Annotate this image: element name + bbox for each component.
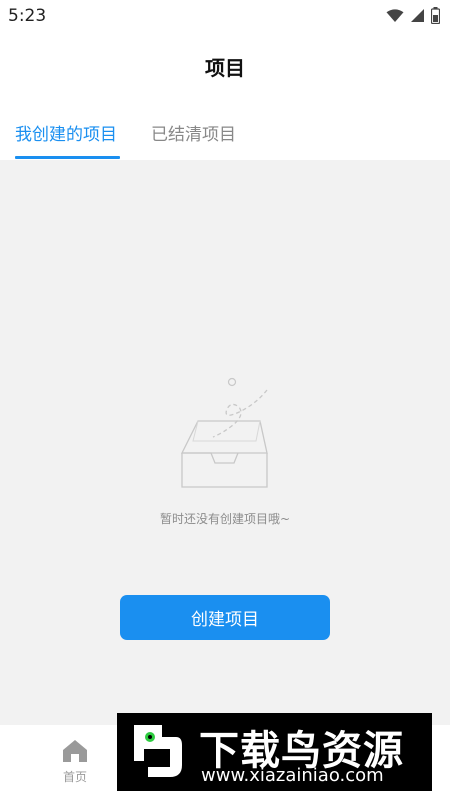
bird-logo-icon: [134, 725, 182, 777]
create-project-button[interactable]: 创建项目: [120, 595, 330, 640]
wifi-icon: [386, 8, 404, 22]
battery-icon: [431, 7, 440, 24]
tab-settled-projects[interactable]: 已结清项目: [151, 120, 236, 145]
watermark-url: www.xiazainiao.com: [201, 765, 384, 786]
empty-box-icon: [180, 377, 268, 488]
title-bar: 项目: [0, 30, 450, 100]
home-icon: [63, 740, 87, 762]
status-bar: 5:23: [0, 0, 450, 30]
nav-item-home[interactable]: 首页: [52, 739, 98, 785]
watermark-banner: 下载鸟资源 www.xiazainiao.com: [117, 713, 432, 791]
nav-home-label: 首页: [62, 770, 87, 784]
empty-state-message: 暂时还没有创建项目哦~: [159, 512, 291, 526]
status-time: 5:23: [8, 6, 47, 26]
tab-bar: 我创建的项目 已结清项目: [0, 100, 450, 160]
tab-active-indicator: [15, 156, 120, 159]
status-icons: [386, 7, 440, 24]
signal-icon: [411, 9, 424, 22]
page-title: 项目: [205, 56, 245, 80]
content-area: 暂时还没有创建项目哦~ 创建项目: [0, 160, 450, 725]
tab-my-created-projects[interactable]: 我创建的项目: [15, 120, 117, 145]
